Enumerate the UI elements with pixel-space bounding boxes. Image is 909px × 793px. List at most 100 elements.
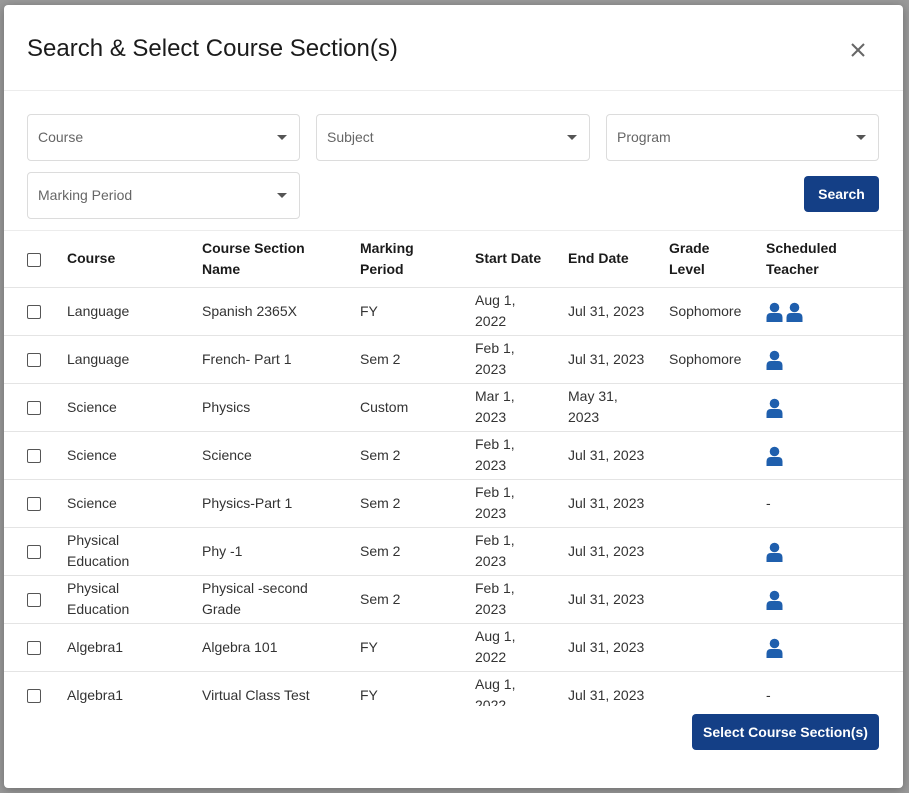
cell-start-date: Mar 1, 2023 <box>475 388 515 425</box>
cell-grade-level <box>669 431 766 479</box>
cell-scheduled-teacher <box>766 383 903 431</box>
row-checkbox[interactable] <box>27 352 41 367</box>
course-sections-table-container: Course Course Section Name Marking Period … <box>4 230 903 706</box>
table-row[interactable]: Algebra1 Algebra 101 FY Aug 1, 2022 Jul 31, 2… <box>4 623 903 671</box>
cell-section-name: Physical -second Grade <box>202 580 308 617</box>
cell-start-date: Feb 1, 2023 <box>475 340 515 377</box>
cell-start-date: Aug 1, 2022 <box>475 292 516 329</box>
person-icon[interactable] <box>786 302 803 322</box>
column-header-start-date[interactable]: Start Date <box>475 231 568 287</box>
cell-end-date: Jul 31, 2023 <box>568 350 645 367</box>
cell-course: Science <box>67 494 117 511</box>
cell-scheduled-teacher <box>766 287 903 335</box>
cell-course: Physical Education <box>67 532 130 569</box>
course-filter-select[interactable]: Course <box>27 114 300 161</box>
row-checkbox[interactable] <box>27 544 41 559</box>
cell-start-date: Aug 1, 2022 <box>475 676 516 706</box>
row-checkbox[interactable] <box>27 400 41 415</box>
cell-marking-period: Custom <box>360 398 409 415</box>
column-header-grade-level[interactable]: Grade Level <box>669 231 766 287</box>
dialog-title: Search & Select Course Section(s) <box>27 35 398 62</box>
cell-section-name: Phy -1 <box>202 542 243 559</box>
column-header-section-name[interactable]: Course Section Name <box>202 231 360 287</box>
program-filter-placeholder: Program <box>617 129 671 145</box>
cell-end-date: Jul 31, 2023 <box>568 686 645 703</box>
cell-grade-level <box>669 527 766 575</box>
select-course-sections-button[interactable]: Select Course Section(s) <box>692 714 879 750</box>
row-checkbox[interactable] <box>27 640 41 655</box>
cell-section-name: Spanish 2365X <box>202 302 297 319</box>
cell-scheduled-teacher <box>766 527 903 575</box>
cell-grade-level <box>669 671 766 706</box>
cell-section-name: French- Part 1 <box>202 350 292 367</box>
select-all-checkbox[interactable] <box>27 252 41 267</box>
table-row[interactable]: Algebra1 Virtual Class Test FY Aug 1, 2022 Ju… <box>4 671 903 706</box>
chevron-down-icon <box>856 135 866 140</box>
cell-grade-level: Sophomore <box>669 302 742 319</box>
cell-scheduled-teacher <box>766 575 903 623</box>
table-row[interactable]: Language Spanish 2365X FY Aug 1, 2022 Jul 31,… <box>4 287 903 335</box>
table-row[interactable]: Science Physics-Part 1 Sem 2 Feb 1, 2023 Jul … <box>4 479 903 527</box>
cell-grade-level <box>669 479 766 527</box>
row-checkbox[interactable] <box>27 592 41 607</box>
cell-marking-period: FY <box>360 638 378 655</box>
no-teacher-text: - <box>766 686 771 703</box>
cell-scheduled-teacher <box>766 431 903 479</box>
cell-end-date: Jul 31, 2023 <box>568 590 645 607</box>
cell-section-name: Science <box>202 446 252 463</box>
search-button[interactable]: Search <box>804 176 879 212</box>
cell-course: Science <box>67 446 117 463</box>
table-row[interactable]: Physical Education Phy -1 Sem 2 Feb 1, 2023 Ju… <box>4 527 903 575</box>
table-row[interactable]: Science Physics Custom Mar 1, 2023 May 31, 202… <box>4 383 903 431</box>
cell-section-name: Algebra 101 <box>202 638 278 655</box>
column-header-course[interactable]: Course <box>67 231 202 287</box>
chevron-down-icon <box>277 135 287 140</box>
row-checkbox[interactable] <box>27 304 41 319</box>
marking-period-filter-placeholder: Marking Period <box>38 187 133 203</box>
cell-scheduled-teacher <box>766 623 903 671</box>
cell-scheduled-teacher: - <box>766 671 903 706</box>
close-icon[interactable] <box>847 39 869 61</box>
cell-course: Language <box>67 302 130 319</box>
cell-start-date: Feb 1, 2023 <box>475 484 515 521</box>
program-filter-select[interactable]: Program <box>606 114 879 161</box>
cell-course: Algebra1 <box>67 638 124 655</box>
cell-marking-period: Sem 2 <box>360 446 401 463</box>
row-checkbox[interactable] <box>27 496 41 511</box>
dialog-header: Search & Select Course Section(s) <box>4 5 903 91</box>
cell-end-date: May 31, 2023 <box>568 388 618 425</box>
person-icon[interactable] <box>766 398 783 418</box>
person-icon[interactable] <box>766 350 783 370</box>
cell-start-date: Feb 1, 2023 <box>475 532 515 569</box>
cell-course: Science <box>67 398 117 415</box>
person-icon[interactable] <box>766 590 783 610</box>
cell-end-date: Jul 31, 2023 <box>568 638 645 655</box>
cell-end-date: Jul 31, 2023 <box>568 302 645 319</box>
cell-marking-period: FY <box>360 686 378 703</box>
course-sections-table: Course Course Section Name Marking Period … <box>4 231 903 706</box>
chevron-down-icon <box>567 135 577 140</box>
table-row[interactable]: Physical Education Physical -second Grade Se… <box>4 575 903 623</box>
column-header-marking-period[interactable]: Marking Period <box>360 231 475 287</box>
cell-start-date: Aug 1, 2022 <box>475 628 516 665</box>
person-icon[interactable] <box>766 446 783 466</box>
cell-end-date: Jul 31, 2023 <box>568 446 645 463</box>
cell-section-name: Physics-Part 1 <box>202 494 293 511</box>
cell-section-name: Physics <box>202 398 251 415</box>
column-header-end-date[interactable]: End Date <box>568 231 669 287</box>
column-header-scheduled-teacher[interactable]: Scheduled Teacher <box>766 231 903 287</box>
person-icon[interactable] <box>766 542 783 562</box>
subject-filter-select[interactable]: Subject <box>316 114 590 161</box>
table-header-row: Course Course Section Name Marking Period … <box>4 231 903 287</box>
row-checkbox[interactable] <box>27 688 41 703</box>
chevron-down-icon <box>277 193 287 198</box>
person-icon[interactable] <box>766 302 783 322</box>
cell-marking-period: Sem 2 <box>360 542 401 559</box>
row-checkbox[interactable] <box>27 448 41 463</box>
table-row[interactable]: Science Science Sem 2 Feb 1, 2023 Jul 31, 202… <box>4 431 903 479</box>
cell-section-name: Virtual Class Test <box>202 686 310 703</box>
table-row[interactable]: Language French- Part 1 Sem 2 Feb 1, 2023 Jul… <box>4 335 903 383</box>
marking-period-filter-select[interactable]: Marking Period <box>27 172 300 219</box>
person-icon[interactable] <box>766 638 783 658</box>
no-teacher-text: - <box>766 494 771 511</box>
